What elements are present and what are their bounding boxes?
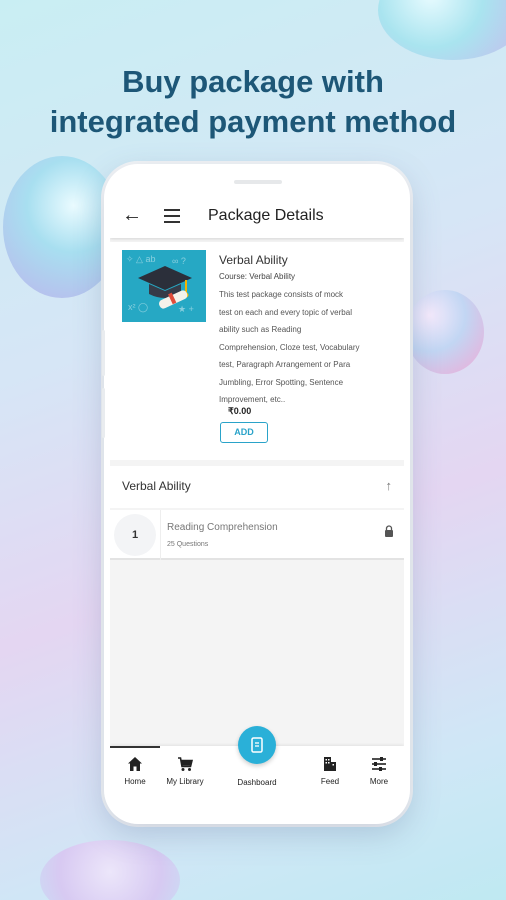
decorative-bubble-right (406, 290, 484, 374)
section-header[interactable]: Verbal Ability ↑ (110, 466, 404, 508)
app-screen: ← Package Details ✧ △ ab ∞ ? x² ◯ ★ + Ve… (110, 196, 404, 792)
nav-dashboard-label[interactable]: Dashboard (225, 778, 289, 787)
description-line: Comprehension, Cloze test, Vocabulary (219, 342, 360, 352)
cart-icon (178, 757, 193, 771)
package-description: This test package consists of mock test … (219, 286, 399, 409)
sliders-icon (372, 757, 386, 771)
nav-more[interactable]: More (349, 746, 404, 792)
chapter-name: Reading Comprehension (167, 522, 278, 533)
buildings-icon (324, 757, 336, 771)
description-line: test on each and every topic of verbal (219, 307, 352, 317)
graduation-cap-icon (138, 266, 192, 309)
nav-my-library[interactable]: My Library (155, 746, 215, 792)
dashboard-icon (251, 737, 263, 753)
app-bar: ← Package Details (110, 196, 404, 238)
page-title: Package Details (208, 207, 324, 224)
chapter-row[interactable]: 1 Reading Comprehension 25 Questions (110, 510, 404, 560)
chapter-number: 1 (114, 514, 156, 556)
chapter-question-count: 25 Questions (167, 541, 209, 548)
headline-line-2: integrated payment method (49, 104, 457, 139)
decorative-bubble-bottom (40, 840, 180, 900)
add-to-cart-button[interactable]: ADD (220, 422, 268, 443)
back-arrow-icon[interactable]: ← (122, 205, 142, 225)
package-thumbnail: ✧ △ ab ∞ ? x² ◯ ★ + (122, 250, 206, 322)
headline-line-1: Buy package with (122, 64, 384, 99)
home-icon (128, 757, 142, 771)
collapse-arrow-icon[interactable]: ↑ (386, 478, 393, 493)
description-line: Jumbling, Error Spotting, Sentence (219, 377, 344, 387)
bottom-navigation: Home My Library Dashboard Feed More (110, 726, 404, 792)
phone-side-button-1 (102, 330, 105, 376)
lock-icon (385, 525, 393, 537)
hamburger-menu-icon[interactable] (164, 209, 180, 227)
promo-headline: Buy package with integrated payment meth… (0, 62, 506, 142)
nav-more-label: More (369, 777, 389, 786)
phone-side-button-2 (102, 388, 105, 438)
description-line: This test package consists of mock (219, 290, 344, 299)
package-title: Verbal Ability (219, 253, 288, 267)
phone-speaker (234, 180, 282, 184)
decorative-bubble-top (378, 0, 506, 60)
section-title: Verbal Ability (122, 479, 191, 493)
package-course: Course: Verbal Ability (219, 272, 296, 281)
package-price: ₹0.00 (228, 406, 252, 416)
description-line: ability such as Reading (219, 325, 302, 334)
description-line: test, Paragraph Arrangement or Para (219, 360, 351, 369)
nav-my-library-label: My Library (166, 777, 204, 786)
chapter-divider (160, 510, 161, 560)
dashboard-button[interactable] (238, 726, 276, 764)
